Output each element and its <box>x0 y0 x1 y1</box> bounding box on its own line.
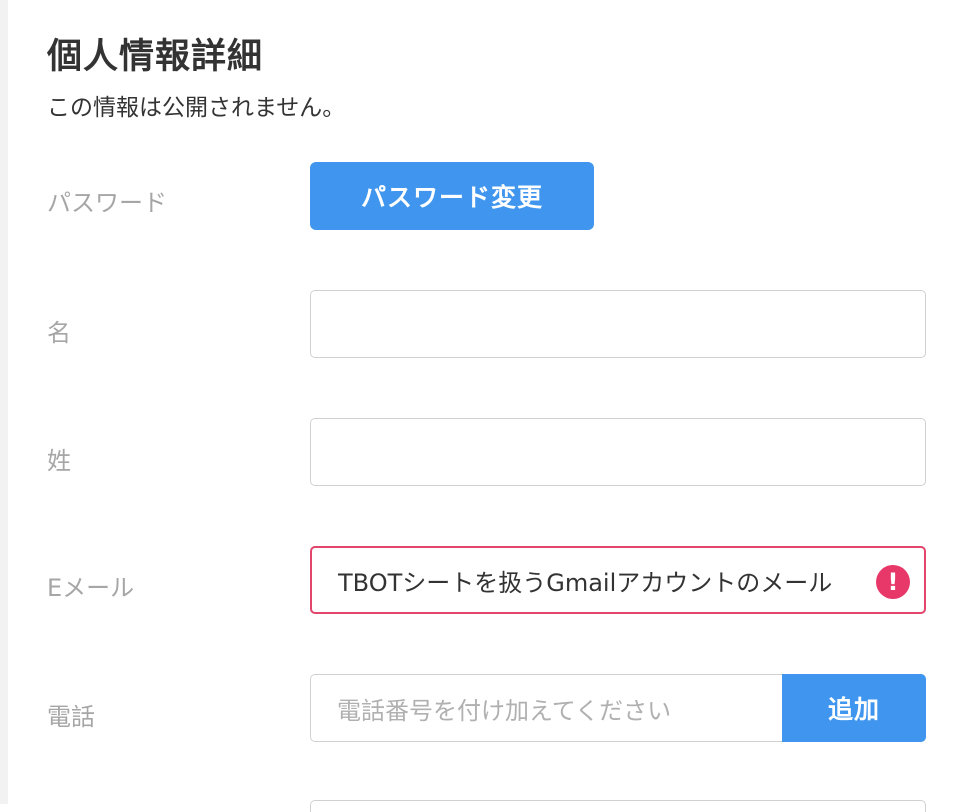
first-name-label: 名 <box>47 319 71 347</box>
email-label: Eメール <box>47 574 135 602</box>
change-password-button[interactable]: パスワード変更 <box>310 162 594 230</box>
phone-label: 電話 <box>47 703 95 731</box>
email-input[interactable]: TBOTシートを扱うGmailアカウントのメール ! <box>310 546 926 614</box>
first-name-input[interactable] <box>310 290 926 358</box>
section-subtitle: この情報は公開されません。 <box>47 95 346 121</box>
phone-input[interactable]: 電話番号を付け加えてください <box>310 674 782 742</box>
next-field-input[interactable] <box>310 800 926 812</box>
left-panel-edge <box>0 0 8 804</box>
phone-input-group: 電話番号を付け加えてください 追加 <box>310 674 926 742</box>
last-name-label: 姓 <box>47 447 71 475</box>
email-value: TBOTシートを扱うGmailアカウントのメール <box>338 568 833 597</box>
section-title: 個人情報詳細 <box>47 37 264 77</box>
exclamation-icon: ! <box>876 565 910 599</box>
add-phone-button[interactable]: 追加 <box>782 674 926 742</box>
last-name-input[interactable] <box>310 418 926 486</box>
password-label: パスワード <box>47 189 167 217</box>
